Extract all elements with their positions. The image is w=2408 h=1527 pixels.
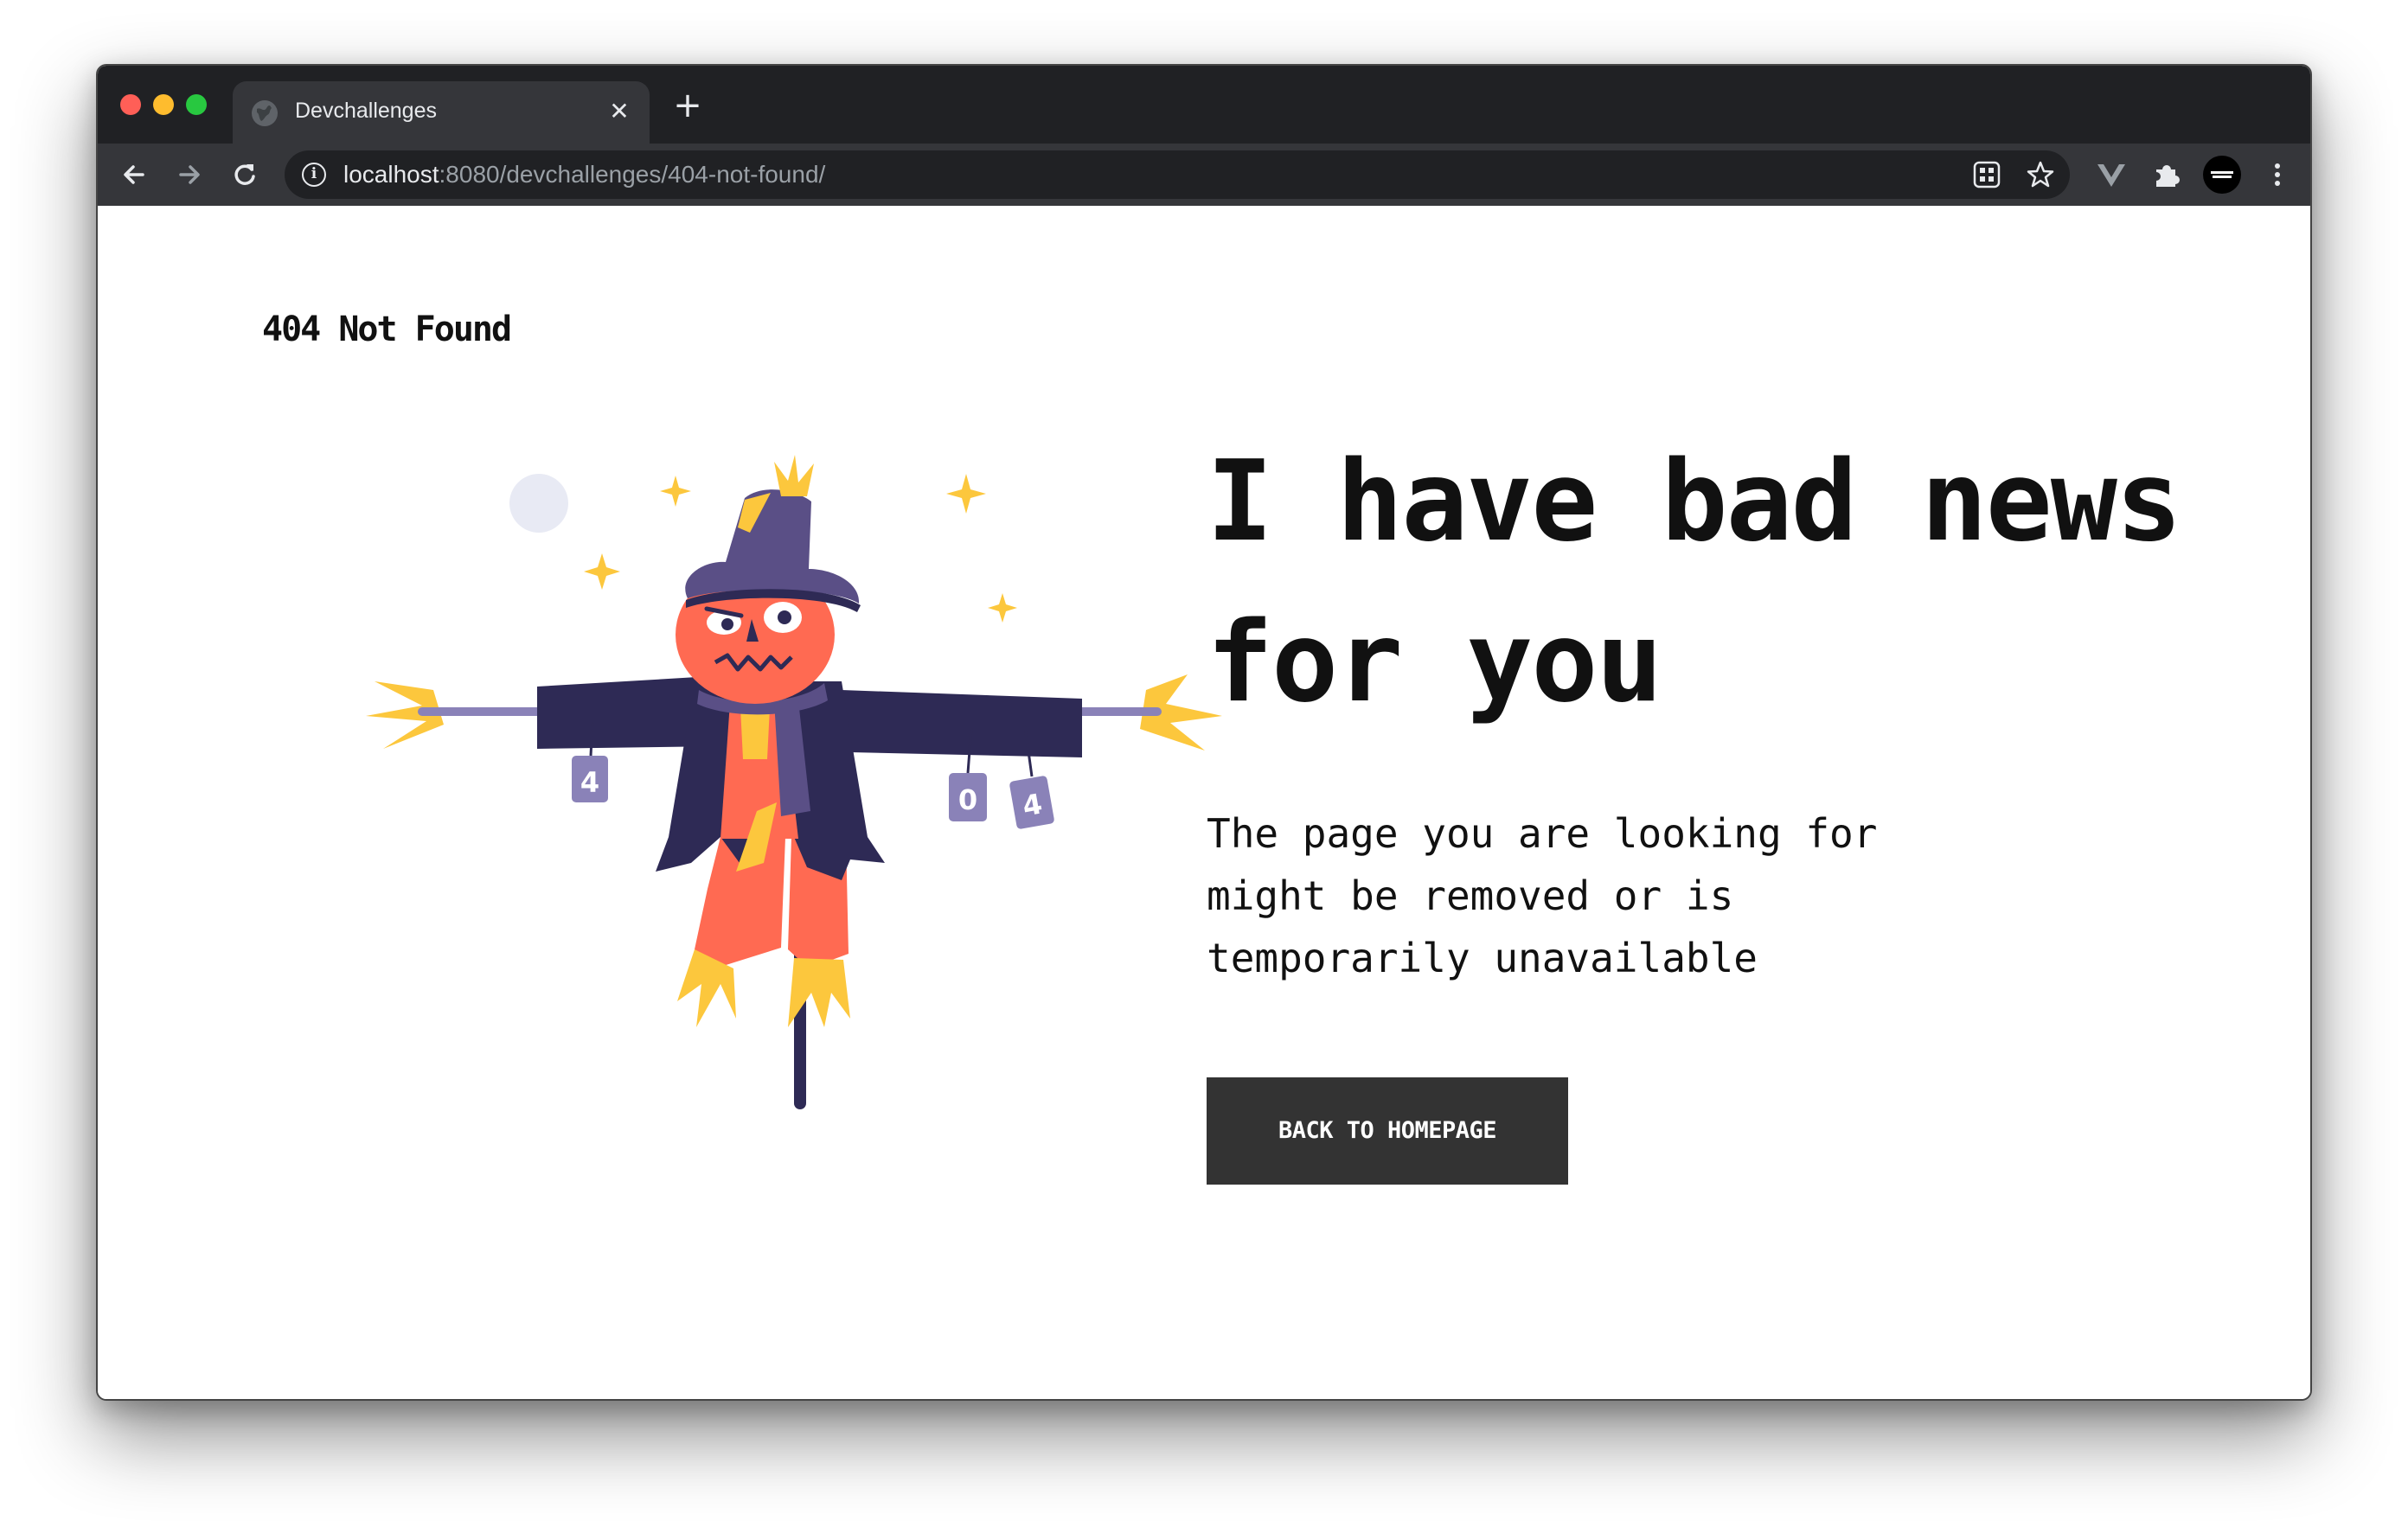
page-viewport: 404 Not Found 4 0 4 I have bad news for … <box>98 206 2310 1399</box>
star-icon[interactable] <box>2025 159 2056 190</box>
logo[interactable]: 404 Not Found <box>262 310 512 349</box>
arrow-left-icon[interactable] <box>117 157 151 192</box>
url-text[interactable]: localhost:8080/devchallenges/404-not-fou… <box>343 161 825 188</box>
globe-icon <box>252 100 278 126</box>
address-bar[interactable]: i localhost:8080/devchallenges/404-not-f… <box>285 150 2070 199</box>
vue-devtools-icon[interactable] <box>2094 157 2129 192</box>
reload-icon[interactable] <box>227 157 262 192</box>
url-path: :8080/devchallenges/404-not-found/ <box>439 161 826 188</box>
arrow-right-icon[interactable] <box>172 157 207 192</box>
page-headline: I have bad news for you <box>1207 438 2182 727</box>
back-to-homepage-button[interactable]: BACK TO HOMEPAGE <box>1207 1077 1568 1185</box>
browser-toolbar: i localhost:8080/devchallenges/404-not-f… <box>98 144 2310 206</box>
plus-icon[interactable]: + <box>670 88 705 123</box>
page-description: The page you are looking for might be re… <box>1207 810 1878 981</box>
menu-kebab-icon[interactable] <box>2260 157 2295 192</box>
browser-tab[interactable]: Devchallenges ✕ <box>233 81 650 144</box>
can-label-0: 0 <box>958 783 977 816</box>
minimize-window-button[interactable] <box>153 94 174 115</box>
close-icon[interactable]: ✕ <box>606 99 632 125</box>
browser-window: Devchallenges ✕ + i localhost:8080/devch… <box>96 64 2312 1401</box>
info-icon[interactable]: i <box>302 163 326 187</box>
scarecrow-illustration: 4 0 4 <box>366 455 1222 1109</box>
profile-avatar-icon[interactable] <box>2201 154 2243 195</box>
url-host: localhost <box>343 161 439 188</box>
can-label-4a: 4 <box>580 766 599 799</box>
puzzle-icon[interactable] <box>2149 157 2184 192</box>
maximize-window-button[interactable] <box>186 94 207 115</box>
qr-code-icon[interactable] <box>1971 159 2002 190</box>
browser-titlebar: Devchallenges ✕ + <box>98 66 2310 144</box>
tab-title: Devchallenges <box>295 99 437 123</box>
close-window-button[interactable] <box>120 94 141 115</box>
